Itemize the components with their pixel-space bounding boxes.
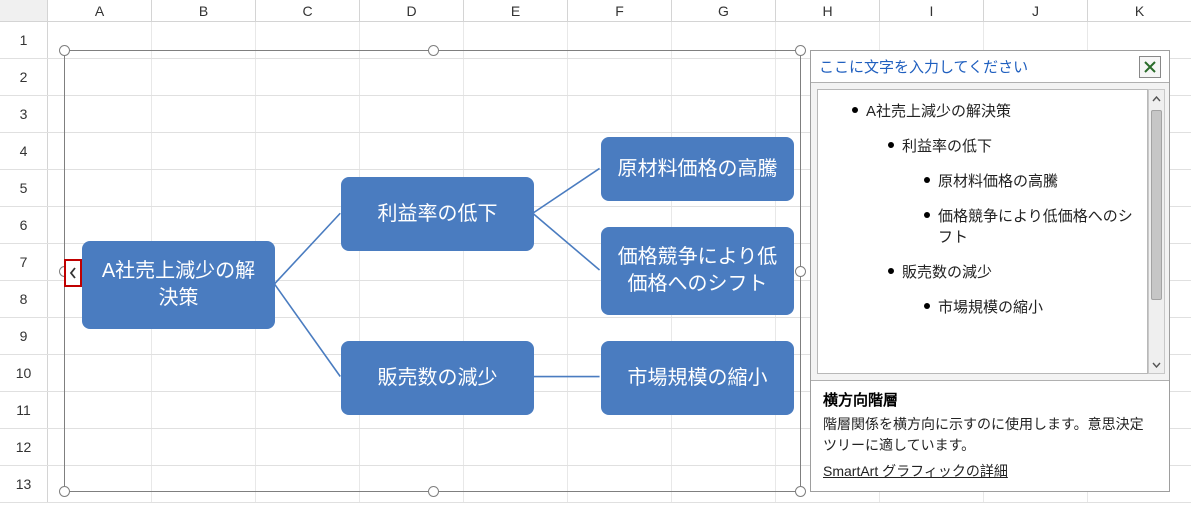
col-header[interactable]: E	[464, 0, 568, 21]
smartart-node[interactable]: 市場規模の縮小	[601, 341, 794, 415]
resize-handle[interactable]	[428, 45, 439, 56]
resize-handle[interactable]	[428, 486, 439, 497]
col-header[interactable]: J	[984, 0, 1088, 21]
row-header[interactable]: 3	[0, 96, 48, 132]
pane-close-button[interactable]	[1139, 56, 1161, 78]
outline-item[interactable]: 利益率の低下	[882, 135, 1141, 156]
row-header[interactable]: 2	[0, 59, 48, 95]
col-header[interactable]: H	[776, 0, 880, 21]
row-header[interactable]: 13	[0, 466, 48, 502]
outline-item[interactable]: 販売数の減少	[882, 261, 1141, 282]
smartart-node-root[interactable]: A社売上減少の解決策	[82, 241, 275, 329]
select-all-corner[interactable]	[0, 0, 48, 21]
resize-handle[interactable]	[795, 45, 806, 56]
col-header[interactable]: K	[1088, 0, 1191, 21]
col-header[interactable]: C	[256, 0, 360, 21]
row-header[interactable]: 9	[0, 318, 48, 354]
scroll-down-icon[interactable]	[1149, 356, 1164, 373]
close-icon	[1144, 61, 1156, 73]
outline-item[interactable]: 市場規模の縮小	[918, 296, 1141, 317]
outline-item[interactable]: 価格競争により低価格へのシフト	[918, 205, 1141, 247]
smartart-node[interactable]: 利益率の低下	[341, 177, 534, 251]
smartart-details-link[interactable]: SmartArt グラフィックの詳細	[823, 463, 1008, 479]
pane-footer: 横方向階層 階層関係を横方向に示すのに使用します。意思決定ツリーに適しています。…	[811, 380, 1169, 491]
row-header[interactable]: 10	[0, 355, 48, 391]
col-header[interactable]: A	[48, 0, 152, 21]
layout-name: 横方向階層	[823, 389, 1157, 410]
row-header[interactable]: 12	[0, 429, 48, 465]
scroll-thumb[interactable]	[1151, 110, 1162, 300]
row-header[interactable]: 5	[0, 170, 48, 206]
scrollbar[interactable]	[1148, 89, 1165, 374]
col-header[interactable]: D	[360, 0, 464, 21]
text-pane-toggle[interactable]	[64, 259, 82, 287]
smartart-canvas[interactable]: A社売上減少の解決策 利益率の低下 販売数の減少 原材料価格の高騰 価格競争によ…	[64, 50, 801, 492]
col-header[interactable]: F	[568, 0, 672, 21]
col-header[interactable]: G	[672, 0, 776, 21]
chevron-left-icon	[69, 267, 77, 279]
row-header[interactable]: 1	[0, 22, 48, 58]
smartart-node[interactable]: 販売数の減少	[341, 341, 534, 415]
smartart-text-pane: ここに文字を入力してください A社売上減少の解決策 利益率の低下 原材料価格の高…	[810, 50, 1170, 492]
outline-editor[interactable]: A社売上減少の解決策 利益率の低下 原材料価格の高騰 価格競争により低価格へのシ…	[817, 89, 1148, 374]
row-header[interactable]: 7	[0, 244, 48, 280]
col-header[interactable]: I	[880, 0, 984, 21]
row-header[interactable]: 4	[0, 133, 48, 169]
pane-body: A社売上減少の解決策 利益率の低下 原材料価格の高騰 価格競争により低価格へのシ…	[811, 83, 1169, 380]
row-header[interactable]: 6	[0, 207, 48, 243]
pane-title: ここに文字を入力してください	[819, 56, 1139, 77]
row-header[interactable]: 8	[0, 281, 48, 317]
smartart-node[interactable]: 原材料価格の高騰	[601, 137, 794, 201]
outline-item[interactable]: 原材料価格の高騰	[918, 170, 1141, 191]
outline-item[interactable]: A社売上減少の解決策	[846, 100, 1141, 121]
row-header[interactable]: 11	[0, 392, 48, 428]
scroll-up-icon[interactable]	[1149, 90, 1164, 107]
col-header[interactable]: B	[152, 0, 256, 21]
resize-handle[interactable]	[59, 45, 70, 56]
smartart-node[interactable]: 価格競争により低価格へのシフト	[601, 227, 794, 315]
resize-handle[interactable]	[795, 486, 806, 497]
resize-handle[interactable]	[59, 486, 70, 497]
pane-header: ここに文字を入力してください	[811, 51, 1169, 83]
resize-handle[interactable]	[795, 266, 806, 277]
column-headers-row: A B C D E F G H I J K	[0, 0, 1191, 22]
layout-description: 階層関係を横方向に示すのに使用します。意思決定ツリーに適しています。	[823, 414, 1157, 455]
